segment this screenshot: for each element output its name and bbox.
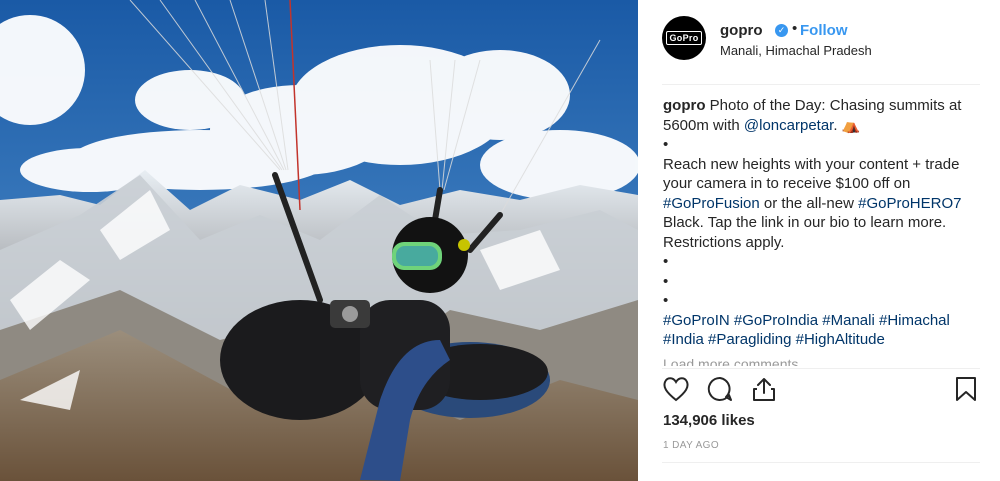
verified-badge-icon: ✓ — [775, 24, 788, 37]
caption: gopro Photo of the Day: Chasing summits … — [663, 96, 983, 348]
caption-divider — [662, 368, 980, 369]
hashtag-link[interactable]: #GoProFusion — [663, 195, 760, 212]
caption-bullet: • — [663, 136, 669, 153]
hashtag-link[interactable]: #Paragliding — [708, 331, 791, 348]
post-photo[interactable] — [0, 0, 638, 481]
caption-bullet: • — [663, 272, 669, 290]
hashtag-link[interactable]: #India — [663, 331, 704, 348]
header-separator: • — [792, 20, 798, 37]
load-more-comments-link[interactable]: Load more comments — [663, 354, 798, 366]
caption-text: Reach new heights with your content + tr… — [663, 155, 960, 193]
hashtag-link[interactable]: #Manali — [822, 312, 875, 329]
post-timestamp[interactable]: 1 DAY AGO — [663, 440, 719, 451]
share-icon[interactable] — [750, 376, 778, 407]
location-link[interactable]: Manali, Himachal Pradesh — [720, 43, 872, 58]
hashtag-link[interactable]: #HighAltitude — [796, 331, 885, 348]
heart-icon[interactable] — [662, 376, 690, 407]
tent-emoji: ⛺ — [841, 116, 861, 134]
mention-link[interactable]: @loncarpetar — [744, 117, 833, 134]
avatar[interactable]: GoPro — [662, 16, 706, 60]
comment-icon[interactable] — [706, 376, 734, 407]
paraglider-photo-illustration — [0, 0, 638, 481]
caption-bullet: • — [663, 292, 669, 309]
username[interactable]: gopro — [720, 22, 763, 39]
follow-button[interactable]: Follow — [800, 22, 848, 39]
post-header: GoPro gopro ✓ • Follow Manali, Himachal … — [638, 0, 1000, 84]
action-bar — [662, 376, 980, 406]
post-panel: GoPro gopro ✓ • Follow Manali, Himachal … — [638, 0, 1000, 481]
caption-author[interactable]: gopro — [663, 97, 706, 114]
caption-text: or the all-new — [763, 194, 854, 212]
caption-text: Black. Tap the link in our bio to learn … — [663, 214, 947, 251]
hashtag-link[interactable]: #Himachal — [879, 312, 950, 329]
hashtag-link[interactable]: #GoProIndia — [734, 312, 818, 329]
caption-bullet: • — [663, 253, 669, 270]
bookmark-icon[interactable] — [954, 376, 978, 407]
hashtag-link[interactable]: #GoProIN — [663, 312, 730, 329]
header-divider — [662, 84, 980, 85]
footer-divider — [662, 462, 980, 463]
like-count[interactable]: 134,906 likes — [663, 412, 755, 429]
avatar-logo-text: GoPro — [666, 31, 702, 45]
hashtag-link[interactable]: #GoProHERO7 — [858, 195, 961, 212]
